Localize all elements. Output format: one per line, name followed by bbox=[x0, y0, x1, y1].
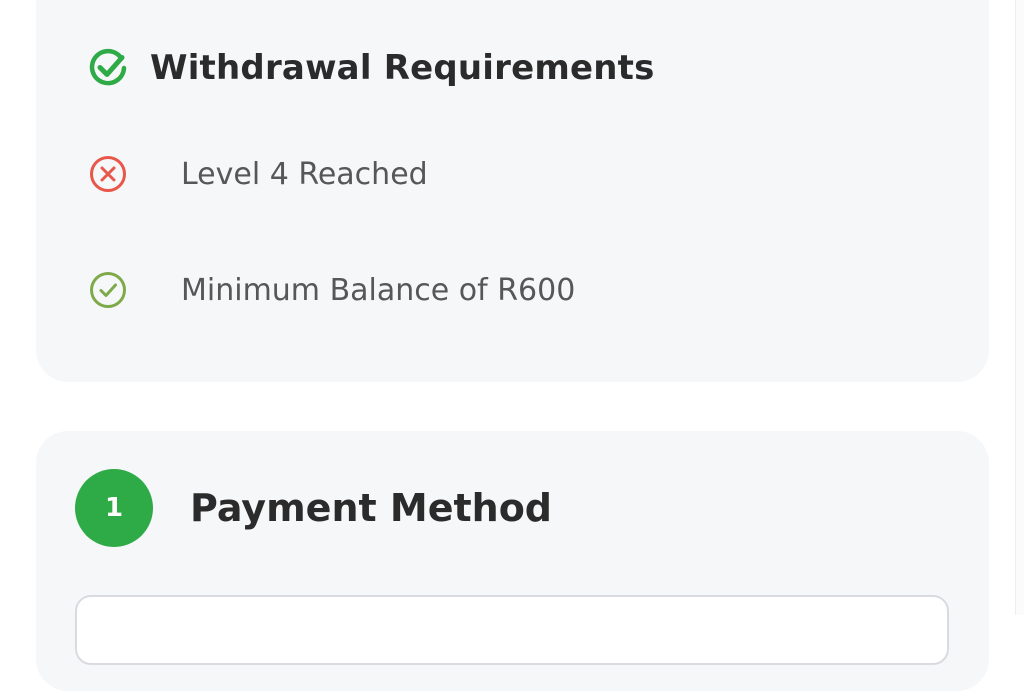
withdrawal-requirements-card: Withdrawal Requirements Level 4 Reached … bbox=[36, 0, 989, 382]
check-circle-icon bbox=[90, 272, 126, 308]
payment-step-header: 1 Payment Method bbox=[75, 469, 552, 547]
requirements-header: Withdrawal Requirements bbox=[88, 46, 655, 90]
requirement-label: Minimum Balance of R600 bbox=[181, 272, 576, 308]
payment-method-select[interactable] bbox=[75, 595, 949, 665]
step-number-badge: 1 bbox=[75, 469, 153, 547]
scrollbar-track[interactable] bbox=[1015, 0, 1024, 615]
requirement-item-balance: Minimum Balance of R600 bbox=[88, 270, 575, 310]
requirement-label: Level 4 Reached bbox=[181, 156, 428, 192]
requirement-item-level: Level 4 Reached bbox=[88, 154, 428, 194]
payment-method-title: Payment Method bbox=[190, 486, 553, 530]
x-circle-icon bbox=[90, 156, 126, 192]
payment-method-card: 1 Payment Method bbox=[36, 431, 989, 691]
check-circle-icon bbox=[89, 48, 127, 86]
requirements-title: Withdrawal Requirements bbox=[150, 48, 655, 88]
